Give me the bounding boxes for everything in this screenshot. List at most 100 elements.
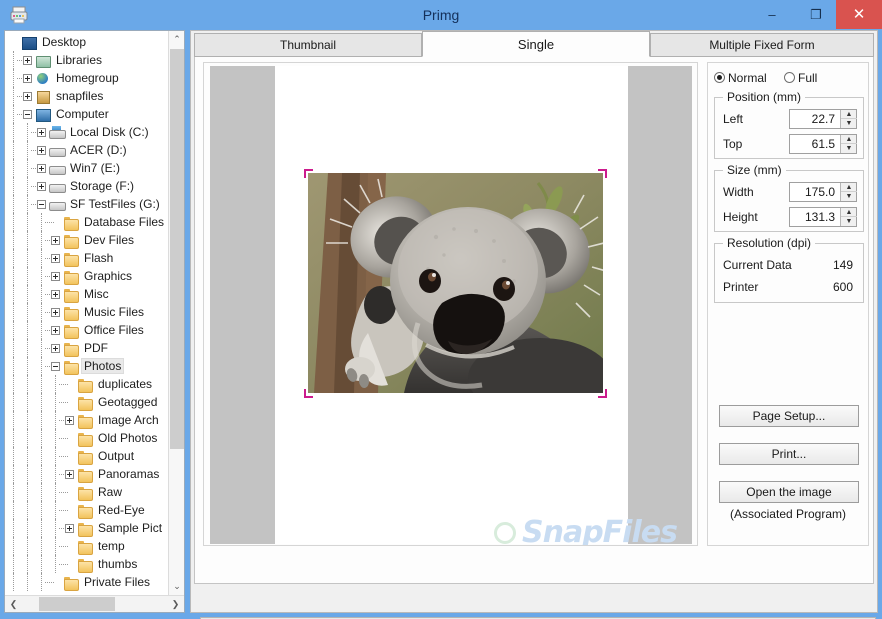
width-spinner-buttons[interactable]: ▲ ▼ xyxy=(840,183,857,201)
tree-item[interactable]: Photos xyxy=(5,357,169,375)
resize-handle-bottom-left[interactable] xyxy=(304,389,313,398)
tree-item[interactable]: Misc xyxy=(5,285,169,303)
radio-normal[interactable]: Normal xyxy=(714,71,767,85)
tree-item[interactable]: temp xyxy=(5,537,169,555)
top-spinner-buttons[interactable]: ▲ ▼ xyxy=(840,135,857,153)
open-image-button[interactable]: Open the image xyxy=(719,481,859,503)
left-spinner-buttons[interactable]: ▲ ▼ xyxy=(840,110,857,128)
expand-icon[interactable] xyxy=(65,416,74,426)
expand-icon[interactable] xyxy=(37,182,46,192)
width-spinner-up[interactable]: ▲ xyxy=(841,183,857,192)
radio-full[interactable]: Full xyxy=(784,71,817,85)
tree-item[interactable]: Dev Files xyxy=(5,231,169,249)
expand-icon[interactable] xyxy=(37,164,46,174)
tree-item[interactable]: Desktop xyxy=(5,33,169,51)
left-value[interactable]: 22.7 xyxy=(790,110,839,128)
folder-tree[interactable]: Desktop Libraries Homegroup snapfiles Comput… xyxy=(5,31,169,595)
tree-scroll-right-button[interactable]: ❯ xyxy=(167,596,184,612)
tree-item[interactable]: Raw xyxy=(5,483,169,501)
expand-icon[interactable] xyxy=(65,470,74,480)
tree-item[interactable]: thumbs xyxy=(5,555,169,573)
tree-vertical-scrollbar[interactable]: ⌃ ⌄ xyxy=(168,31,184,595)
tree-item[interactable]: Computer xyxy=(5,105,169,123)
minimize-button[interactable]: – xyxy=(750,0,794,29)
tree-item[interactable]: Old Photos xyxy=(5,429,169,447)
tree-item[interactable]: Database Files xyxy=(5,213,169,231)
expand-icon[interactable] xyxy=(51,236,60,246)
tree-item[interactable]: Homegroup xyxy=(5,69,169,87)
height-spinner-down[interactable]: ▼ xyxy=(841,217,857,226)
expand-icon[interactable] xyxy=(51,344,60,354)
width-value[interactable]: 175.0 xyxy=(790,183,839,201)
collapse-icon[interactable] xyxy=(51,362,60,372)
tab-multiple-fixed-form[interactable]: Multiple Fixed Form xyxy=(650,33,874,57)
tree-scroll-left-button[interactable]: ❮ xyxy=(5,596,22,612)
tree-scroll-up-button[interactable]: ⌃ xyxy=(169,31,184,48)
tree-vertical-scroll-thumb[interactable] xyxy=(170,49,184,449)
top-value[interactable]: 61.5 xyxy=(790,135,839,153)
tree-item[interactable]: duplicates xyxy=(5,375,169,393)
left-spinner-down[interactable]: ▼ xyxy=(841,119,857,128)
height-spinner-buttons[interactable]: ▲ ▼ xyxy=(840,208,857,226)
collapse-icon[interactable] xyxy=(23,110,32,120)
tree-horizontal-scroll-thumb[interactable] xyxy=(39,597,115,611)
tree-item[interactable]: ACER (D:) xyxy=(5,141,169,159)
tree-item[interactable]: Local Disk (C:) xyxy=(5,123,169,141)
page-setup-button[interactable]: Page Setup... xyxy=(719,405,859,427)
top-spinner-down[interactable]: ▼ xyxy=(841,144,857,153)
left-spinner-up[interactable]: ▲ xyxy=(841,110,857,119)
tree-horizontal-scrollbar[interactable]: ❮ ❯ xyxy=(5,595,184,612)
maximize-button[interactable]: ❐ xyxy=(794,0,838,29)
expand-icon[interactable] xyxy=(51,326,60,336)
expand-icon[interactable] xyxy=(65,524,74,534)
tree-item[interactable]: Red-Eye xyxy=(5,501,169,519)
tree-item[interactable]: Image Arch xyxy=(5,411,169,429)
tree-item[interactable]: Libraries xyxy=(5,51,169,69)
tree-item[interactable]: Flash xyxy=(5,249,169,267)
print-preview-area[interactable]: SnapFiles xyxy=(203,62,698,546)
tree-item[interactable]: Office Files xyxy=(5,321,169,339)
tree-item[interactable]: Panoramas xyxy=(5,465,169,483)
resize-handle-top-right[interactable] xyxy=(598,169,607,178)
close-button[interactable]: ✕ xyxy=(836,0,882,29)
resize-handle-top-left[interactable] xyxy=(304,169,313,178)
height-spinner[interactable]: 131.3 ▲ ▼ xyxy=(789,207,857,227)
print-button[interactable]: Print... xyxy=(719,443,859,465)
folder-tree-panel[interactable]: Desktop Libraries Homegroup snapfiles Comput… xyxy=(4,30,185,613)
tab-thumbnail[interactable]: Thumbnail xyxy=(194,33,422,57)
tree-item[interactable]: Music Files xyxy=(5,303,169,321)
expand-icon[interactable] xyxy=(37,128,46,138)
tree-item[interactable]: Storage (F:) xyxy=(5,177,169,195)
tree-guide-line xyxy=(13,141,14,159)
tree-item[interactable]: PDF xyxy=(5,339,169,357)
expand-icon[interactable] xyxy=(51,290,60,300)
height-value[interactable]: 131.3 xyxy=(790,208,839,226)
tree-item[interactable]: Output xyxy=(5,447,169,465)
resize-handle-bottom-right[interactable] xyxy=(598,389,607,398)
tree-item[interactable]: snapfiles xyxy=(5,87,169,105)
expand-icon[interactable] xyxy=(23,92,32,102)
expand-icon[interactable] xyxy=(51,272,60,282)
expand-icon[interactable] xyxy=(23,74,32,84)
tree-item[interactable]: Graphics xyxy=(5,267,169,285)
expand-icon[interactable] xyxy=(51,308,60,318)
tab-single[interactable]: Single xyxy=(422,31,650,57)
top-spinner-up[interactable]: ▲ xyxy=(841,135,857,144)
left-spinner[interactable]: 22.7 ▲ ▼ xyxy=(789,109,857,129)
collapse-icon[interactable] xyxy=(37,200,46,210)
height-spinner-up[interactable]: ▲ xyxy=(841,208,857,217)
tree-item[interactable]: Win7 (E:) xyxy=(5,159,169,177)
tree-item[interactable]: Sample Pict xyxy=(5,519,169,537)
width-spinner-down[interactable]: ▼ xyxy=(841,192,857,201)
expand-icon[interactable] xyxy=(51,254,60,264)
tree-scroll-down-button[interactable]: ⌄ xyxy=(169,578,184,595)
expand-icon[interactable] xyxy=(23,56,32,66)
drive-icon xyxy=(49,180,66,194)
koala-photo[interactable] xyxy=(308,173,603,393)
width-spinner[interactable]: 175.0 ▲ ▼ xyxy=(789,182,857,202)
tree-item[interactable]: SF TestFiles (G:) xyxy=(5,195,169,213)
tree-item[interactable]: Private Files xyxy=(5,573,169,591)
top-spinner[interactable]: 61.5 ▲ ▼ xyxy=(789,134,857,154)
expand-icon[interactable] xyxy=(37,146,46,156)
tree-item[interactable]: Geotagged xyxy=(5,393,169,411)
